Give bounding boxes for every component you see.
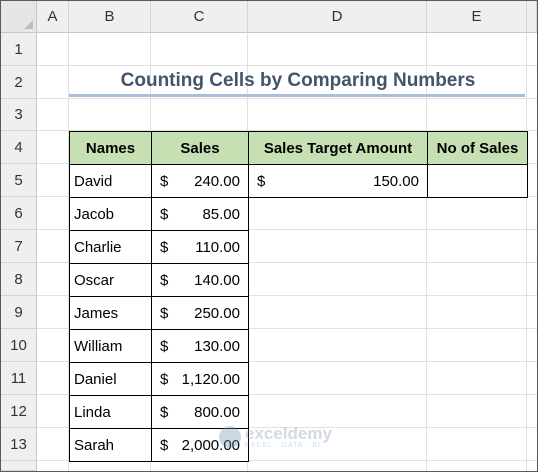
amount-value: 140.00	[194, 271, 240, 289]
row-header-9[interactable]: 9	[1, 296, 37, 329]
watermark-name: exceldemy	[245, 424, 332, 443]
page-title: Counting Cells by Comparing Numbers	[120, 69, 476, 91]
column-header-empty	[527, 1, 537, 33]
row-header-empty	[1, 461, 37, 471]
currency-symbol: $	[160, 436, 169, 454]
watermark-text: exceldemy EXCEL · DATA · BI	[245, 425, 332, 449]
cell-sales[interactable]: $240.00	[151, 164, 249, 198]
cell-sales[interactable]: $800.00	[151, 395, 249, 429]
cell-name[interactable]: Jacob	[69, 197, 152, 231]
header-label: Sales	[180, 139, 220, 157]
currency-symbol: $	[160, 403, 169, 421]
amount-value: 240.00	[194, 172, 240, 190]
row-header-3[interactable]: 3	[1, 99, 37, 131]
cell-sales[interactable]: $85.00	[151, 197, 249, 231]
name-text: James	[74, 304, 119, 322]
row-header-11[interactable]: 11	[1, 362, 37, 395]
currency-symbol: $	[160, 172, 169, 190]
watermark: exceldemy EXCEL · DATA · BI	[219, 425, 332, 449]
amount-value: 1,120.00	[181, 370, 240, 388]
select-all-triangle-icon	[24, 20, 33, 29]
row-header-6[interactable]: 6	[1, 197, 37, 230]
exceldemy-logo-icon	[219, 426, 241, 448]
amount-value: 800.00	[194, 403, 240, 421]
cell-name[interactable]: Charlie	[69, 230, 152, 264]
column-header-a[interactable]: A	[37, 1, 69, 33]
spreadsheet: A B C D E 1 2 3 4 5 6 7 8 9 10 11 12 13 Counting Cells by …	[0, 0, 538, 472]
currency-symbol: $	[160, 205, 169, 223]
row-header-7[interactable]: 7	[1, 230, 37, 263]
cell-sales[interactable]: $110.00	[151, 230, 249, 264]
cell-sales[interactable]: $140.00	[151, 263, 249, 297]
column-header-b[interactable]: B	[69, 1, 151, 33]
cell-name[interactable]: Daniel	[69, 362, 152, 396]
row-header-5[interactable]: 5	[1, 164, 37, 197]
name-text: Jacob	[74, 205, 115, 223]
header-label: Names	[85, 139, 136, 157]
currency-symbol: $	[160, 304, 169, 322]
watermark-tagline: EXCEL · DATA · BI	[245, 442, 321, 449]
cell-sales-target[interactable]: $150.00	[248, 164, 428, 198]
amount-value: 85.00	[202, 205, 240, 223]
name-text: Linda	[74, 403, 111, 421]
header-label: Sales Target Amount	[263, 139, 413, 157]
currency-symbol: $	[160, 238, 169, 256]
amount-value: 110.00	[195, 238, 240, 256]
cell-name[interactable]: Sarah	[69, 428, 152, 462]
name-text: William	[74, 337, 123, 355]
row-header-2[interactable]: 2	[1, 66, 37, 99]
cell-no-of-sales[interactable]	[427, 164, 528, 198]
name-text: Oscar	[74, 271, 115, 289]
gridline-horizontal	[37, 98, 537, 99]
cell-name[interactable]: James	[69, 296, 152, 330]
amount-value: 250.00	[194, 304, 240, 322]
cell-sales[interactable]: $130.00	[151, 329, 249, 363]
currency-symbol: $	[160, 337, 169, 355]
header-cell-count[interactable]: No of Sales	[427, 131, 528, 165]
column-header-e[interactable]: E	[427, 1, 527, 33]
row-header-12[interactable]: 12	[1, 395, 37, 428]
name-text: Sarah	[74, 436, 115, 454]
column-header-d[interactable]: D	[248, 1, 427, 33]
row-header-8[interactable]: 8	[1, 263, 37, 296]
cell-name[interactable]: Oscar	[69, 263, 152, 297]
name-text: David	[74, 172, 113, 190]
cell-sales[interactable]: $1,120.00	[151, 362, 249, 396]
cell-name[interactable]: William	[69, 329, 152, 363]
amount-value: 150.00	[373, 172, 419, 190]
row-header-1[interactable]: 1	[1, 33, 37, 66]
currency-symbol: $	[160, 370, 169, 388]
currency-symbol: $	[160, 271, 169, 289]
amount-value: 130.00	[194, 337, 240, 355]
header-cell-names[interactable]: Names	[69, 131, 152, 165]
name-text: Daniel	[74, 370, 117, 388]
header-label: No of Sales	[436, 139, 519, 157]
row-header-4[interactable]: 4	[1, 131, 37, 164]
header-cell-sales[interactable]: Sales	[151, 131, 249, 165]
currency-symbol: $	[257, 172, 266, 190]
column-header-c[interactable]: C	[151, 1, 248, 33]
select-all-corner[interactable]	[1, 1, 37, 33]
cell-name[interactable]: David	[69, 164, 152, 198]
title-underline	[69, 94, 525, 97]
row-header-10[interactable]: 10	[1, 329, 37, 362]
name-text: Charlie	[74, 238, 122, 256]
cell-name[interactable]: Linda	[69, 395, 152, 429]
row-header-13[interactable]: 13	[1, 428, 37, 461]
cell-sales[interactable]: $250.00	[151, 296, 249, 330]
header-cell-target[interactable]: Sales Target Amount	[248, 131, 428, 165]
